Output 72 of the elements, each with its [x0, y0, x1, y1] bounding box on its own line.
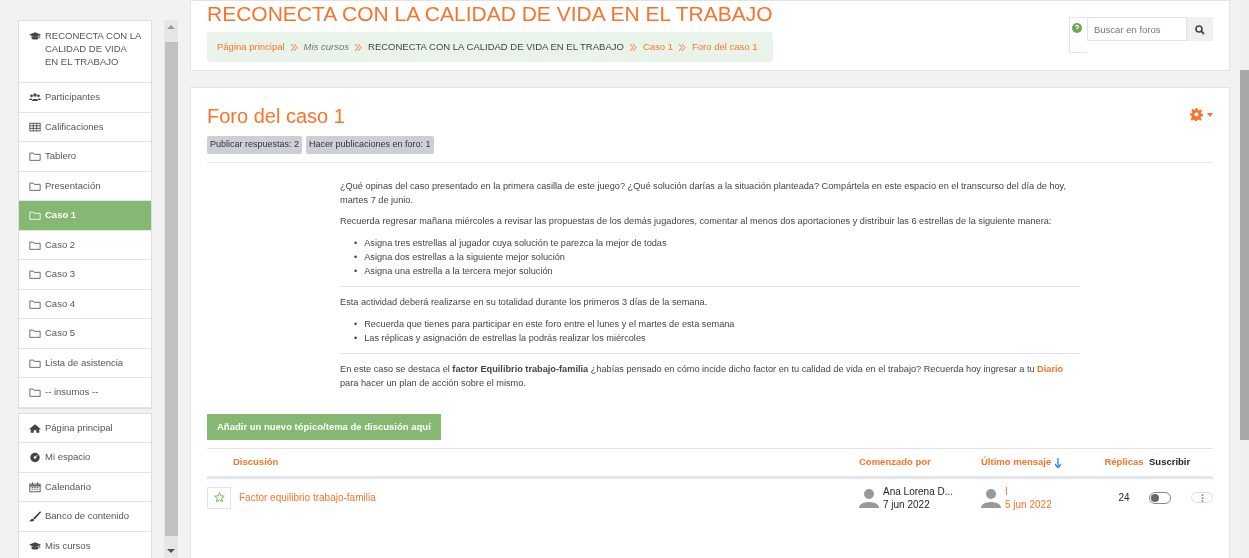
column-header: Suscribir [1149, 456, 1191, 468]
course-cap-icon [29, 31, 41, 42]
table-icon [29, 121, 41, 133]
list-item: Asigna dos estrellas a la siguiente mejor solución [364, 250, 565, 264]
sidebar-item[interactable]: Caso 5 [19, 319, 151, 349]
brush-icon [29, 511, 41, 522]
paragraph: En este caso se destaca el factor Equilibrio trabajo-familia ¿habías pensado en cómo incide dicho factor en tu calidad de vida en el trabajo? Recuerda hoy ingresar a tu Diario para hacer un plan de acción sobre el mismo. [340, 363, 1065, 391]
caret-icon [1207, 112, 1213, 117]
folder-icon [29, 387, 41, 398]
sidebar-item[interactable]: -- insumos -- [19, 378, 151, 408]
folder-icon [29, 269, 41, 280]
folder-icon [29, 210, 41, 221]
sidebar-item[interactable]: Página principal [19, 413, 151, 443]
list-item: Asigna tres estrellas al jugador cuya solución te parezca la mejor de todas [364, 236, 667, 250]
paragraph: Recuerda regresar mañana miércoles a revisar las propuestas de los demás jugadores, comentar al menos dos aportaciones y distribuir las 6 estrellas de la siguiente manera: [340, 215, 1053, 229]
sidebar-item[interactable]: Caso 2 [19, 230, 151, 260]
list-item: Las réplicas y asignación de estrellas la podrás realizar los miércoles [364, 331, 646, 345]
help-icon[interactable] [1072, 23, 1082, 34]
list-item: Recuerda que tienes para participar en este foro entre el lunes y el martes de esta semana [364, 317, 735, 331]
list-bullet: • [354, 236, 358, 250]
sidebar-item[interactable]: Banco de contenido [19, 502, 151, 532]
search-button[interactable] [1187, 17, 1213, 41]
sidebar-item[interactable]: Caso 3 [19, 260, 151, 290]
folder-icon [29, 357, 41, 369]
list-bullet: • [354, 250, 358, 264]
list-item: Asigna una estrella a la tercera mejor solución [364, 265, 553, 278]
breadcrumb-item: Mis cursos [303, 40, 349, 54]
folder-icon [29, 180, 41, 192]
paragraph: ¿Qué opinas del caso presentado en la primera casilla de este juego? ¿Qué solución darías a la situación planteada? Compártela en este espacio en el transcurso del día de hoy, martes 7 de junio. [340, 179, 1068, 207]
sidebar-item[interactable]: Mis cursos [19, 531, 151, 558]
list-bullet: • [354, 317, 358, 331]
sidebar-scrollbar[interactable] [164, 20, 178, 558]
completion-badge: Publicar respuestas: 2 [207, 136, 303, 154]
sidebar-item[interactable]: Caso 4 [19, 289, 151, 319]
calendar-icon [29, 481, 41, 493]
course-title: RECONECTA CON LA CALIDAD DE VIDA EN EL TRABAJO [207, 3, 773, 24]
user-name-link[interactable]: Ana Lorena D... [883, 484, 954, 498]
sidebar-item[interactable]: Calificaciones [19, 112, 151, 142]
scroll-down-arrow-icon[interactable] [167, 548, 175, 554]
folder-icon [29, 239, 41, 251]
reply-count: 24 [1118, 492, 1130, 504]
sidebar-item[interactable]: Mi espacio [19, 443, 151, 473]
vertical-dots-icon [1200, 493, 1204, 502]
home-icon [29, 422, 41, 434]
paragraph: Esta actividad deberá realizarse en su totalidad durante los primeros 3 días de la semana. [340, 296, 709, 310]
sidebar-item[interactable]: Calendario [19, 472, 151, 502]
user-avatar-icon [981, 487, 1001, 508]
search-icon [1195, 24, 1205, 35]
search-field[interactable]: Buscar en foros [1087, 17, 1187, 41]
folder-icon [29, 328, 41, 339]
sidebar-item[interactable]: Participantes [19, 83, 151, 113]
dashboard-icon [29, 452, 41, 463]
forum-title: Foro del caso 1 [207, 104, 345, 129]
star-icon [213, 492, 225, 504]
users-icon [29, 92, 41, 103]
sidebar-item[interactable]: Tablero [19, 142, 151, 172]
subscribe-toggle[interactable] [1149, 491, 1171, 504]
settings-menu-button[interactable] [1190, 108, 1213, 122]
course-cap-icon [29, 540, 41, 552]
folder-icon [29, 298, 41, 310]
completion-badge: Hacer publicaciones en foro: 1 [306, 136, 434, 154]
sidebar-item[interactable]: Lista de asistencia [19, 348, 151, 378]
post-date: 7 jun 2022 [883, 497, 931, 511]
list-bullet: • [354, 265, 358, 278]
star-button[interactable] [207, 486, 231, 509]
folder-icon [29, 151, 41, 162]
list-bullet: • [354, 331, 358, 345]
sidebar-item[interactable]: RECONECTA CON LA CALIDAD DE VIDA EN EL TRABAJO [19, 21, 151, 83]
user-avatar-icon [859, 487, 879, 508]
sort-arrow-icon[interactable] [1055, 456, 1062, 468]
scroll-up-arrow-icon[interactable] [167, 24, 175, 30]
breadcrumb-item: RECONECTA CON LA CALIDAD DE VIDA EN EL TRABAJO [368, 40, 624, 54]
